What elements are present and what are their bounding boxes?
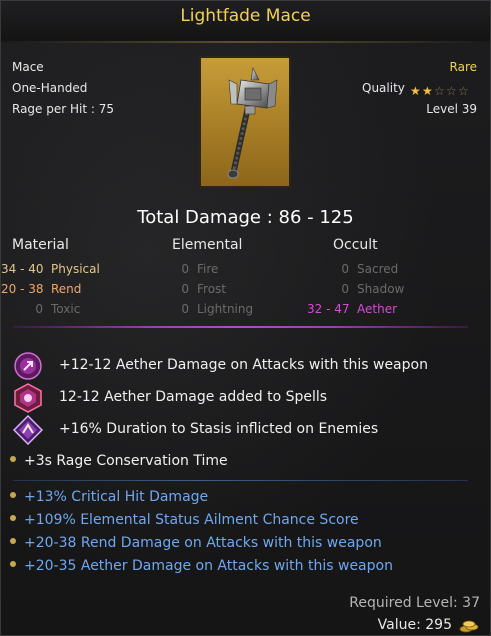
damage-row-aether: 32 - 47 Aether (307, 302, 398, 316)
item-value: Value: 295 (377, 617, 452, 633)
damage-row-frost: 0 Frost (181, 282, 226, 296)
damage-row-shadow: 0 Shadow (341, 282, 405, 296)
bullet-icon (10, 538, 16, 544)
stasis-icon (13, 415, 43, 445)
elemental-header: Elemental (172, 237, 243, 253)
bullet-icon (10, 515, 16, 521)
bullet-icon (10, 492, 16, 498)
bonus-divider (13, 480, 468, 481)
item-tooltip: Lightfade Mace Mace One-Handed Rage per … (0, 0, 491, 636)
required-level: Required Level: 37 (349, 595, 480, 611)
aether-spell-icon (14, 383, 42, 413)
damage-row-sacred: 0 Sacred (341, 262, 399, 276)
star-empty-icon: ☆ (434, 84, 445, 98)
item-type: Mace (12, 60, 44, 74)
star-filled-icon: ★ (422, 84, 433, 98)
augment-text: +16% Duration to Stasis inflicted on Ene… (59, 421, 379, 437)
damage-row-toxic: 0 Toxic (35, 302, 81, 316)
base-modifier: +3s Rage Conservation Time (10, 453, 228, 469)
item-title: Lightfade Mace (180, 6, 311, 26)
augment-text: 12-12 Aether Damage added to Spells (59, 389, 328, 405)
title-bar: Lightfade Mace (1, 1, 490, 42)
quality-stars: ★★☆☆☆ (410, 80, 480, 98)
augment-text: +12-12 Aether Damage on Attacks with thi… (59, 357, 428, 373)
bonus-modifier: +20-35 Aether Damage on Attacks with thi… (10, 558, 393, 574)
bonus-modifier: +20-38 Rend Damage on Attacks with this … (10, 535, 382, 551)
star-empty-icon: ☆ (446, 84, 457, 98)
item-handedness: One-Handed (12, 81, 88, 95)
material-header: Material (12, 237, 69, 253)
star-empty-icon: ☆ (458, 84, 469, 98)
occult-header: Occult (333, 237, 378, 253)
total-damage: Total Damage : 86 - 125 (137, 207, 354, 228)
rarity-label: Rare (449, 60, 477, 74)
item-level: Level 39 (426, 102, 477, 116)
damage-row-lightning: 0 Lightning (181, 302, 254, 316)
bullet-icon (10, 561, 16, 567)
aether-attack-icon (14, 352, 42, 380)
damage-row-physical: 34 - 40 Physical (1, 262, 100, 276)
coin-icon (459, 620, 479, 633)
bonus-modifier: +109% Elemental Status Ailment Chance Sc… (10, 512, 359, 528)
rage-per-hit: Rage per Hit : 75 (12, 102, 114, 116)
quality-label: Quality (362, 81, 405, 95)
item-portrait (199, 56, 291, 188)
augment-divider (13, 326, 468, 328)
title-divider (1, 41, 490, 43)
damage-row-rend: 20 - 38 Rend (1, 282, 82, 296)
mace-icon (227, 67, 278, 179)
star-filled-icon: ★ (410, 84, 421, 98)
bonus-modifier: +13% Critical Hit Damage (10, 489, 208, 505)
bullet-icon (10, 456, 16, 462)
damage-row-fire: 0 Fire (181, 262, 219, 276)
